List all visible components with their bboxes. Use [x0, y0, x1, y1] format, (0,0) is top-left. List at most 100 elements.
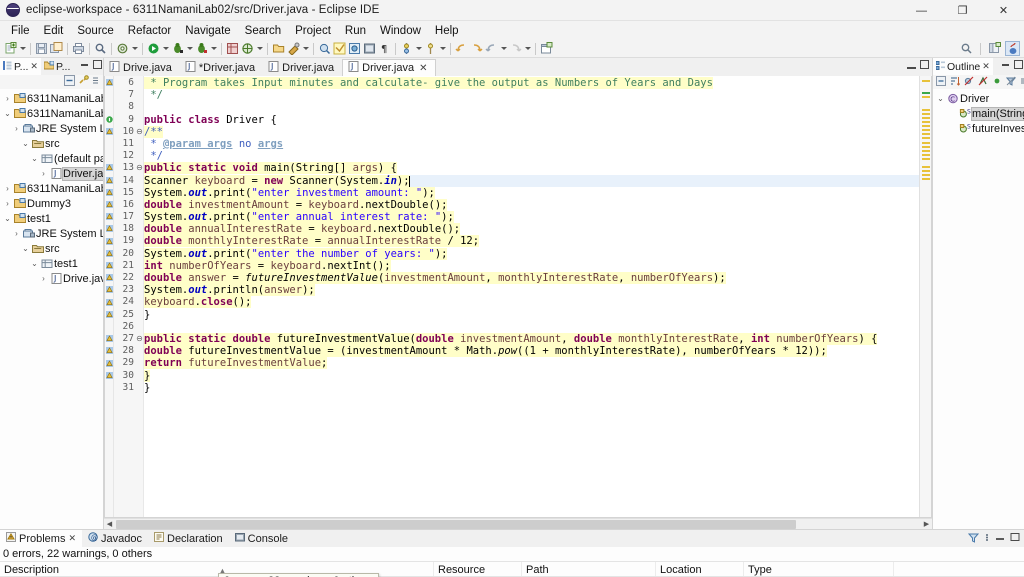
overview-marker[interactable]: [922, 150, 930, 152]
tree-item-test1[interactable]: ⌄test1: [0, 256, 103, 271]
run-dropdown-icon[interactable]: [161, 42, 170, 56]
menu-item-window[interactable]: Window: [373, 24, 428, 38]
problems-table[interactable]: Description Resource Path Location Type …: [0, 561, 1024, 577]
minimize-editor-icon[interactable]: [907, 60, 916, 69]
view-menu-icon[interactable]: [92, 75, 99, 89]
tab-javadoc[interactable]: @ Javadoc: [82, 530, 148, 547]
new-window-icon[interactable]: [539, 41, 554, 56]
overview-marker[interactable]: [922, 92, 930, 94]
code-line-29[interactable]: return futureInvestmentValue;: [144, 357, 919, 369]
overview-marker[interactable]: [922, 154, 930, 156]
run-icon[interactable]: [146, 41, 161, 56]
warning-marker-icon[interactable]: [106, 272, 113, 279]
expand-arrow-icon[interactable]: ›: [38, 274, 49, 283]
warning-marker-icon[interactable]: [106, 284, 113, 291]
tree-item-6311namanilab02[interactable]: ›6311NamaniLab02: [0, 91, 103, 106]
warning-marker-icon[interactable]: [106, 211, 113, 218]
code-line-21[interactable]: int numberOfYears = keyboard.nextInt();: [144, 260, 919, 272]
tree-item-driver-java[interactable]: ›JDriver.java: [0, 166, 103, 181]
overview-marker[interactable]: [922, 142, 930, 144]
expand-arrow-icon[interactable]: ›: [2, 199, 13, 208]
maximize-view-icon[interactable]: [1010, 532, 1020, 545]
outline-item-futureinvestm[interactable]: SfutureInvestm: [933, 121, 1024, 136]
maximize-view-icon[interactable]: [1013, 59, 1022, 68]
expand-arrow-icon[interactable]: ⌄: [20, 139, 31, 148]
view-menu-icon[interactable]: [984, 532, 990, 546]
tree-item-drive-java[interactable]: ›JDrive.java: [0, 271, 103, 286]
warning-marker-icon[interactable]: [106, 333, 113, 340]
editor-code-area[interactable]: * Program takes Input minutes and calcul…: [144, 76, 919, 517]
scroll-right-icon[interactable]: ▶: [921, 519, 932, 530]
code-line-28[interactable]: double futureInvestmentValue = (investme…: [144, 345, 919, 357]
view-menu-icon[interactable]: [1020, 76, 1024, 89]
code-line-13[interactable]: public static void main(String[] args) {: [144, 162, 919, 174]
tab-project-explorer[interactable]: P...: [41, 58, 73, 75]
new-wizard-dropdown-icon[interactable]: [18, 42, 27, 56]
tree-item-test1[interactable]: ⌄test1: [0, 211, 103, 226]
overview-marker[interactable]: [922, 178, 930, 180]
fold-toggle-icon[interactable]: ⊖: [136, 333, 143, 345]
tree-item-dummy3[interactable]: ›Dummy3: [0, 196, 103, 211]
overview-marker[interactable]: [922, 158, 930, 160]
build-icon[interactable]: [115, 41, 130, 56]
editor-source-code[interactable]: * Program takes Input minutes and calcul…: [144, 76, 919, 394]
coverage-dropdown-icon[interactable]: [209, 42, 218, 56]
tree-item-jre-system-library[interactable]: ›JRE System Library: [0, 121, 103, 136]
fold-toggle-icon[interactable]: ⊖: [136, 126, 143, 138]
debug-icon[interactable]: [170, 41, 185, 56]
warning-marker-icon[interactable]: [106, 297, 113, 304]
close-button[interactable]: ✕: [983, 0, 1024, 21]
tree-item-src[interactable]: ⌄src: [0, 241, 103, 256]
code-line-18[interactable]: double annualInterestRate = keyboard.nex…: [144, 223, 919, 235]
code-line-6[interactable]: * Program takes Input minutes and calcul…: [144, 77, 919, 89]
new-class-icon[interactable]: [347, 41, 362, 56]
hide-static-icon[interactable]: [978, 76, 988, 89]
warning-marker-icon[interactable]: [106, 175, 113, 182]
expand-arrow-icon[interactable]: ⌄: [29, 259, 40, 268]
code-line-9[interactable]: public class Driver {: [144, 114, 919, 126]
annotation-next-icon[interactable]: [399, 41, 414, 56]
code-line-12[interactable]: */: [144, 150, 919, 162]
editor-fold-bar[interactable]: ⊖⊖⊖: [136, 76, 144, 517]
warning-marker-icon[interactable]: [106, 358, 113, 365]
editor-tab-0[interactable]: JDrive.java: [104, 59, 180, 76]
build-dropdown-icon[interactable]: [130, 42, 139, 56]
expand-arrow-icon[interactable]: ⌄: [29, 154, 40, 163]
minimize-view-icon[interactable]: [995, 532, 1005, 545]
column-header-location[interactable]: Location: [656, 562, 744, 576]
tab-package-explorer[interactable]: P... ✕: [0, 58, 41, 75]
menu-item-project[interactable]: Project: [288, 24, 338, 38]
code-line-25[interactable]: }: [144, 309, 919, 321]
warning-marker-icon[interactable]: [106, 260, 113, 267]
maximize-editor-icon[interactable]: [920, 60, 929, 69]
code-line-24[interactable]: keyboard.close();: [144, 296, 919, 308]
code-line-11[interactable]: * @param args no args: [144, 138, 919, 150]
minimize-view-icon[interactable]: [1001, 59, 1010, 68]
sort-icon[interactable]: [950, 76, 960, 89]
menu-item-help[interactable]: Help: [428, 24, 466, 38]
filter-icon[interactable]: [1006, 76, 1016, 89]
column-header-path[interactable]: Path: [522, 562, 656, 576]
coverage-icon[interactable]: [194, 41, 209, 56]
warning-marker-icon[interactable]: [106, 370, 113, 377]
outline-item-driver[interactable]: ⌄CDriver: [933, 91, 1024, 106]
code-line-8[interactable]: [144, 101, 919, 113]
close-icon[interactable]: ✕: [68, 533, 76, 544]
scroll-left-icon[interactable]: ◀: [104, 519, 115, 530]
code-line-7[interactable]: */: [144, 89, 919, 101]
menu-item-refactor[interactable]: Refactor: [121, 24, 178, 38]
overview-marker[interactable]: [922, 137, 930, 139]
javadoc-generate-icon[interactable]: [332, 41, 347, 56]
overview-marker[interactable]: [922, 117, 930, 119]
forward-icon[interactable]: [469, 41, 484, 56]
forward-history-dropdown-icon[interactable]: [523, 42, 532, 56]
code-line-20[interactable]: System.out.print("enter the number of ye…: [144, 248, 919, 260]
warning-marker-icon[interactable]: [106, 162, 113, 169]
menu-item-navigate[interactable]: Navigate: [178, 24, 237, 38]
hide-nonpublic-icon[interactable]: [992, 76, 1002, 89]
external-tools-dropdown-icon[interactable]: [301, 42, 310, 56]
warning-marker-icon[interactable]: [106, 309, 113, 316]
code-line-26[interactable]: [144, 321, 919, 333]
new-package-icon[interactable]: [240, 41, 255, 56]
menu-item-run[interactable]: Run: [338, 24, 373, 38]
